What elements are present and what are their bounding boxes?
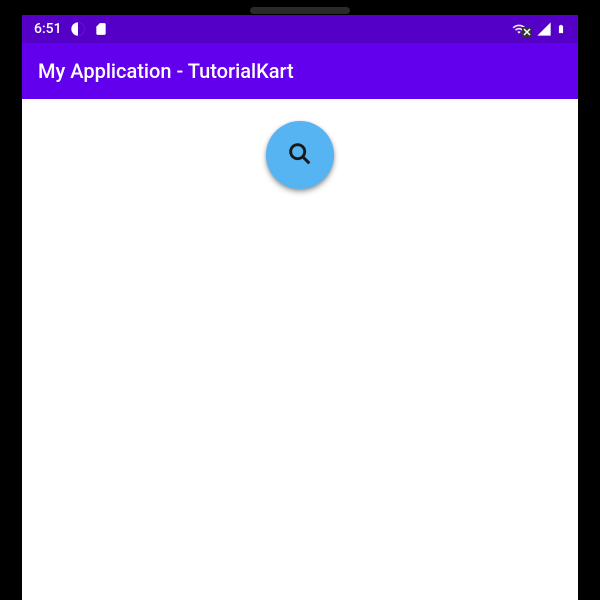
status-left: 6:51 bbox=[34, 21, 108, 37]
status-clock: 6:51 bbox=[34, 21, 62, 37]
battery-icon bbox=[556, 21, 566, 37]
search-icon bbox=[286, 140, 314, 171]
app-bar: My Application - TutorialKart bbox=[22, 43, 578, 99]
status-right bbox=[510, 21, 566, 37]
search-fab[interactable] bbox=[266, 121, 334, 189]
app-title: My Application - TutorialKart bbox=[38, 59, 294, 83]
phone-frame: 6:51 bbox=[0, 0, 600, 600]
phone-speaker bbox=[250, 7, 350, 14]
sd-card-icon bbox=[94, 21, 108, 37]
wifi-icon bbox=[510, 21, 532, 37]
status-bar: 6:51 bbox=[22, 15, 578, 43]
screen: 6:51 bbox=[22, 15, 578, 600]
main-content bbox=[22, 99, 578, 600]
signal-icon bbox=[536, 21, 552, 37]
sync-icon bbox=[70, 21, 86, 37]
